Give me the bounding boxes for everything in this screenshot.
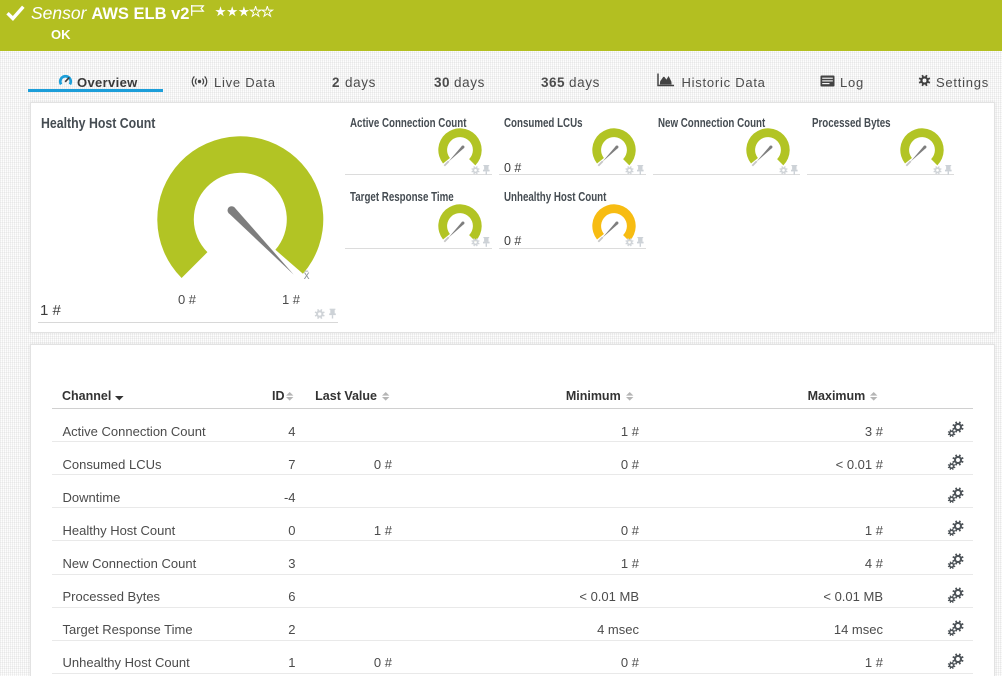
svg-text:x̄: x̄ xyxy=(304,270,310,282)
